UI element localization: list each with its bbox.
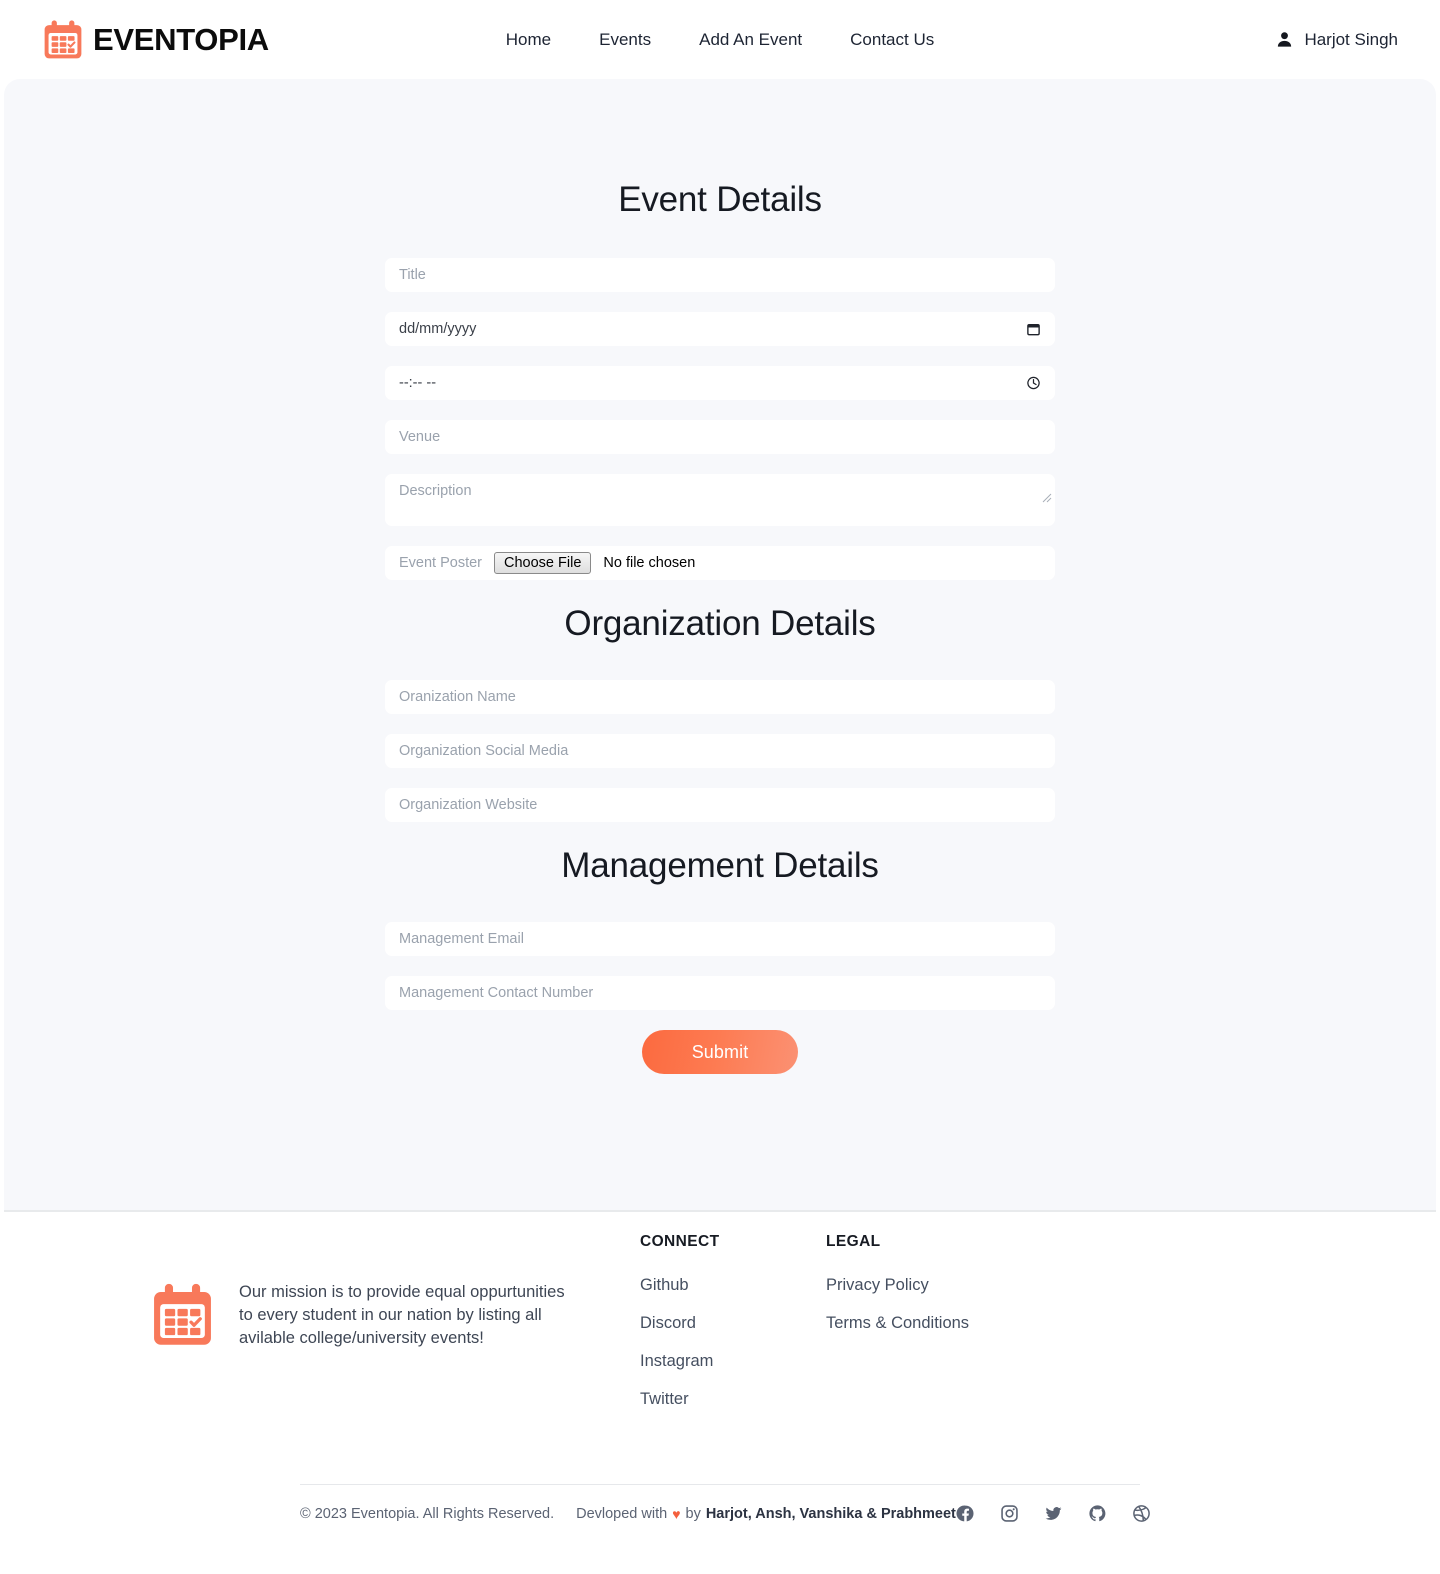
calendar-icon (44, 19, 82, 58)
footer-link-github[interactable]: Github (640, 1276, 826, 1295)
event-poster-label: Event Poster (399, 555, 483, 571)
heart-icon: ♥ (672, 1505, 681, 1522)
footer-link-instagram[interactable]: Instagram (640, 1352, 826, 1371)
twitter-icon[interactable] (1044, 1504, 1063, 1523)
credit-by: by (685, 1505, 701, 1522)
organization-website-input[interactable] (385, 788, 1055, 822)
credit-names: Harjot, Ansh, Vanshika & Prabhmeet (705, 1505, 956, 1522)
copyright-text: © 2023 Eventopia. All Rights Reserved. (300, 1505, 555, 1522)
user-name: Harjot Singh (1304, 29, 1398, 49)
management-section-title: Management Details (561, 846, 879, 885)
dribbble-icon[interactable] (1132, 1504, 1151, 1523)
nav-item-contact-us[interactable]: Contact Us (850, 30, 934, 50)
description-textarea[interactable] (385, 474, 1055, 526)
github-icon[interactable] (1088, 1504, 1107, 1523)
main-content-panel: Event Details Event Poster Ch (4, 79, 1436, 1212)
main-navigation: Home Events Add An Event Contact Us (506, 30, 934, 50)
footer-link-discord[interactable]: Discord (640, 1314, 826, 1333)
page-title: Event Details (618, 180, 822, 219)
footer-bottom-bar: © 2023 Eventopia. All Rights Reserved. D… (300, 1485, 1150, 1541)
footer-link-twitter[interactable]: Twitter (640, 1390, 826, 1409)
site-header: EVENTOPIA Home Events Add An Event Conta… (0, 0, 1440, 79)
site-footer: Our mission is to provide equal oppurtun… (0, 1212, 1440, 1541)
footer-link-terms-and-conditions[interactable]: Terms & Conditions (826, 1314, 969, 1333)
submit-button[interactable]: Submit (642, 1030, 798, 1074)
nav-item-events[interactable]: Events (599, 30, 651, 50)
instagram-icon[interactable] (1000, 1504, 1019, 1523)
social-links (956, 1504, 1151, 1523)
user-profile[interactable]: Harjot Singh (1275, 30, 1398, 50)
date-field-row (385, 312, 1055, 346)
time-field-row (385, 366, 1055, 400)
organization-section-title: Organization Details (564, 604, 876, 643)
submit-row: Submit (385, 1030, 1055, 1074)
venue-input[interactable] (385, 420, 1055, 454)
footer-column-connect: CONNECT Github Discord Instagram Twitter (640, 1226, 826, 1428)
organization-social-media-input[interactable] (385, 734, 1055, 768)
file-status-text: No file chosen (603, 555, 696, 571)
organization-name-input[interactable] (385, 680, 1055, 714)
nav-item-add-an-event[interactable]: Add An Event (699, 30, 802, 50)
choose-file-button[interactable]: Choose File (494, 552, 592, 574)
management-contact-number-input[interactable] (385, 976, 1055, 1010)
time-input[interactable] (385, 366, 1055, 400)
footer-column-heading: CONNECT (640, 1233, 720, 1250)
footer-top: Our mission is to provide equal oppurtun… (150, 1212, 1290, 1428)
footer-mission-block: Our mission is to provide equal oppurtun… (150, 1226, 640, 1350)
date-input[interactable] (385, 312, 1055, 346)
event-poster-field[interactable]: Event Poster Choose File No file chosen (385, 546, 1055, 580)
mission-statement: Our mission is to provide equal oppurtun… (239, 1283, 565, 1347)
description-field-row (385, 474, 1055, 526)
credit-prefix: Devloped with (576, 1505, 668, 1522)
event-form: Event Details Event Poster Ch (385, 79, 1055, 1074)
nav-item-home[interactable]: Home (506, 30, 551, 50)
brand-name: EVENTOPIA (93, 21, 269, 57)
brand-logo[interactable]: EVENTOPIA (42, 19, 269, 61)
calendar-icon (154, 1283, 211, 1345)
footer-link-privacy-policy[interactable]: Privacy Policy (826, 1276, 969, 1295)
footer-column-legal: LEGAL Privacy Policy Terms & Conditions (826, 1226, 969, 1352)
credits-text: Devloped with ♥ by Harjot, Ansh, Vanshik… (576, 1506, 956, 1522)
title-input[interactable] (385, 258, 1055, 292)
user-icon (1278, 32, 1292, 47)
management-email-input[interactable] (385, 922, 1055, 956)
footer-column-heading: LEGAL (826, 1233, 881, 1250)
facebook-icon[interactable] (956, 1504, 975, 1523)
